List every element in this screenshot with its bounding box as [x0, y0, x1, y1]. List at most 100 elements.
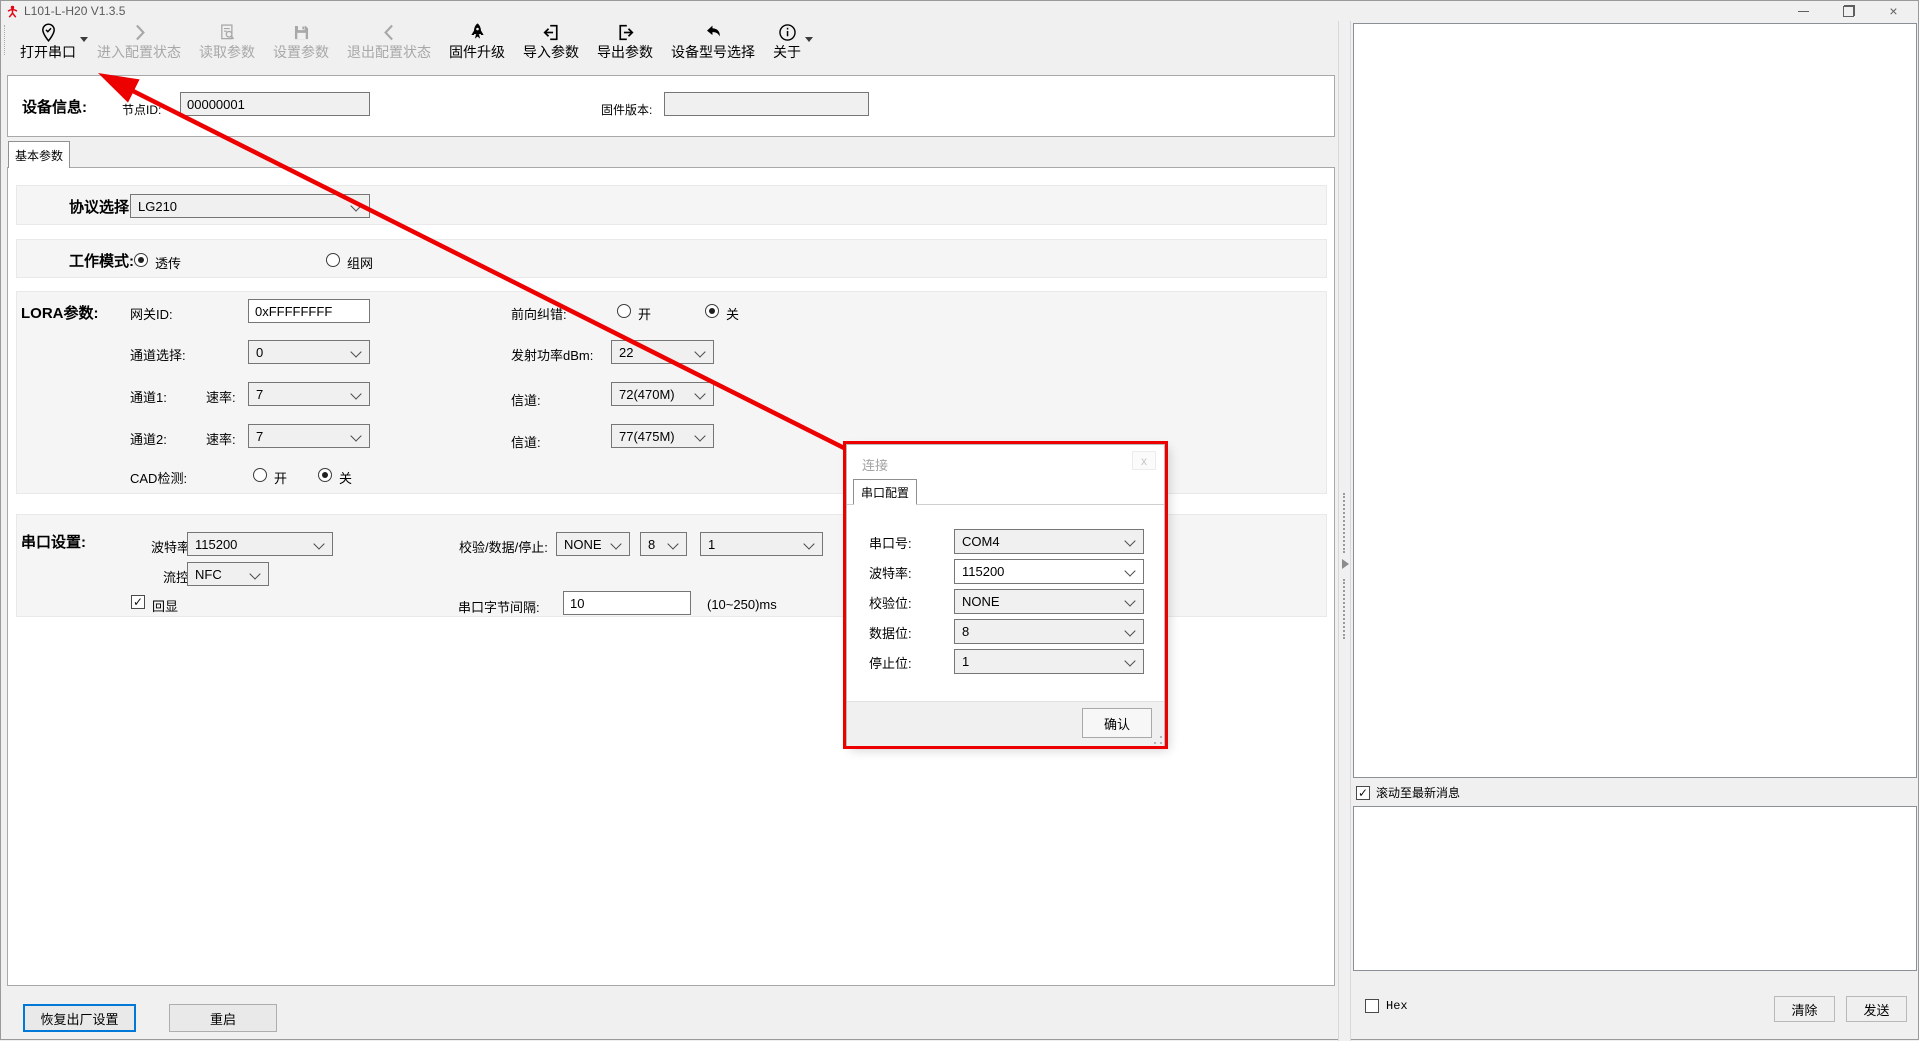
- channel1-channel-label: 信道:: [511, 390, 541, 409]
- restore-icon: [1843, 5, 1855, 17]
- byte-interval-field[interactable]: 10: [563, 591, 691, 615]
- toolbar-open-serial[interactable]: 打开串口: [11, 22, 85, 62]
- toolbar-label: 读取参数: [199, 42, 255, 62]
- restore-button[interactable]: [1826, 1, 1871, 21]
- fec-on-radio[interactable]: [617, 304, 631, 318]
- byte-interval-value: 10: [570, 596, 584, 611]
- node-id-value: 00000001: [187, 97, 245, 112]
- channel2-rate-value: 7: [256, 429, 263, 444]
- factory-reset-button[interactable]: 恢复出厂设置: [23, 1004, 136, 1032]
- gateway-id-field[interactable]: 0xFFFFFFFF: [248, 299, 370, 323]
- channel-select-dropdown[interactable]: 0: [248, 340, 370, 364]
- byte-interval-hint: (10~250)ms: [707, 597, 777, 612]
- parity-data-stop-label: 校验/数据/停止:: [459, 537, 548, 556]
- dialog-parity-dropdown[interactable]: NONE: [954, 589, 1144, 614]
- scroll-latest-row: 滚动至最新消息: [1356, 784, 1460, 801]
- send-button[interactable]: 发送: [1846, 996, 1907, 1022]
- channel1-channel-dropdown[interactable]: 72(470M): [611, 382, 714, 406]
- protocol-label: 协议选择:: [69, 196, 134, 217]
- com-port-dropdown[interactable]: COM4: [954, 529, 1144, 554]
- channel1-rate-dropdown[interactable]: 7: [248, 382, 370, 406]
- factory-reset-label: 恢复出厂设置: [40, 1009, 118, 1028]
- splitter-dots: [1343, 579, 1346, 639]
- toolbar-export-params[interactable]: 导出参数: [588, 22, 662, 62]
- toolbar-label: 进入配置状态: [97, 42, 181, 62]
- channel1-channel-value: 72(470M): [619, 387, 675, 402]
- toolbar-exit-config[interactable]: 退出配置状态: [338, 22, 440, 62]
- receive-log-area[interactable]: [1353, 23, 1917, 778]
- protocol-select[interactable]: LG210: [130, 194, 370, 218]
- hex-checkbox[interactable]: [1365, 999, 1379, 1013]
- byte-interval-label: 串口字节间隔:: [458, 597, 540, 616]
- toolbar-about[interactable]: 关于: [764, 22, 810, 62]
- dialog-stopbits-label: 停止位:: [869, 653, 912, 672]
- toolbar-read-params[interactable]: 读取参数: [190, 22, 264, 62]
- work-mode-transparent-radio[interactable]: [134, 253, 148, 267]
- channel2-channel-dropdown[interactable]: 77(475M): [611, 424, 714, 448]
- baud-rate-dropdown[interactable]: 115200: [187, 532, 333, 556]
- firmware-version-field[interactable]: [664, 92, 869, 116]
- tx-power-dropdown[interactable]: 22: [611, 340, 714, 364]
- cad-on-radio[interactable]: [253, 468, 267, 482]
- stop-bits-dropdown[interactable]: 1: [700, 532, 823, 556]
- toolbar-label: 退出配置状态: [347, 42, 431, 62]
- echo-checkbox[interactable]: [131, 595, 145, 609]
- tab-serial-config[interactable]: 串口配置: [853, 479, 917, 505]
- undo-arrow-icon: [703, 22, 724, 43]
- channel2-rate-dropdown[interactable]: 7: [248, 424, 370, 448]
- cad-off-radio[interactable]: [318, 468, 332, 482]
- restart-button[interactable]: 重启: [169, 1004, 277, 1032]
- minimize-icon: [1798, 11, 1809, 12]
- close-button[interactable]: ×: [1871, 1, 1916, 21]
- toolbar-set-params[interactable]: 设置参数: [264, 22, 338, 62]
- dialog-databits-dropdown[interactable]: 8: [954, 619, 1144, 644]
- dialog-baud-value: 115200: [962, 564, 1004, 579]
- pin-check-icon: [38, 22, 59, 43]
- serial-section-title: 串口设置:: [21, 531, 86, 552]
- flow-control-dropdown[interactable]: NFC: [187, 562, 269, 586]
- node-id-label: 节点ID:: [122, 101, 161, 118]
- dialog-baud-dropdown[interactable]: 115200: [954, 559, 1144, 584]
- fec-off-radio[interactable]: [705, 304, 719, 318]
- import-icon: [541, 22, 562, 43]
- dialog-databits-value: 8: [962, 624, 969, 639]
- tab-label: 基本参数: [15, 147, 63, 164]
- open-serial-dropdown-caret-icon[interactable]: [80, 37, 88, 46]
- gateway-id-label: 网关ID:: [130, 304, 173, 323]
- panel-splitter[interactable]: [1338, 21, 1351, 1041]
- toolbar: 打开串口 进入配置状态 读取参数 设置参数 退出配置状态 固件升级 导入参数 导…: [1, 21, 1338, 59]
- node-id-field[interactable]: 00000001: [180, 92, 370, 116]
- dialog-parity-label: 校验位:: [869, 593, 912, 612]
- toolbar-label: 固件升级: [449, 42, 505, 62]
- app-window: { "titlebar": { "title": "L101-L-H20 V1.…: [0, 0, 1919, 1040]
- parity-value: NONE: [564, 537, 602, 552]
- toolbar-import-params[interactable]: 导入参数: [514, 22, 588, 62]
- fec-label: 前向纠错:: [511, 304, 567, 323]
- confirm-button[interactable]: 确认: [1082, 708, 1152, 738]
- work-mode-network-radio[interactable]: [326, 253, 340, 267]
- dialog-close-button[interactable]: x: [1132, 451, 1156, 470]
- send-input-area[interactable]: [1353, 806, 1917, 971]
- toolbar-label: 导出参数: [597, 42, 653, 62]
- channel2-channel-label: 信道:: [511, 432, 541, 451]
- toolbar-device-model-select[interactable]: 设备型号选择: [662, 22, 764, 62]
- channel2-rate-label: 速率:: [206, 429, 236, 448]
- window-title: L101-L-H20 V1.3.5: [24, 4, 125, 18]
- toolbar-firmware-upgrade[interactable]: 固件升级: [440, 22, 514, 62]
- clear-button[interactable]: 清除: [1774, 996, 1835, 1022]
- chevron-left-icon: [379, 22, 400, 43]
- data-bits-dropdown[interactable]: 8: [640, 532, 687, 556]
- device-info-panel: 设备信息: 节点ID: 00000001 固件版本:: [7, 75, 1335, 137]
- about-dropdown-caret-icon[interactable]: [805, 37, 813, 46]
- app-logo-icon: [6, 4, 19, 19]
- channel-select-value: 0: [256, 345, 263, 360]
- dialog-stopbits-dropdown[interactable]: 1: [954, 649, 1144, 674]
- parity-dropdown[interactable]: NONE: [556, 532, 630, 556]
- firmware-version-label: 固件版本:: [601, 101, 652, 118]
- toolbar-enter-config[interactable]: 进入配置状态: [88, 22, 190, 62]
- hex-label: Hex: [1386, 999, 1408, 1013]
- minimize-button[interactable]: [1781, 1, 1826, 21]
- tab-basic-params[interactable]: 基本参数: [8, 141, 70, 168]
- scroll-latest-checkbox[interactable]: [1356, 786, 1370, 800]
- com-port-label: 串口号:: [869, 533, 912, 552]
